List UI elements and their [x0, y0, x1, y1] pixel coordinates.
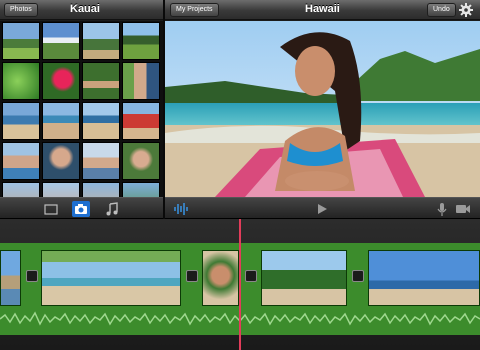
- photo-thumbnail[interactable]: [82, 102, 120, 140]
- photo-thumbnail[interactable]: [42, 102, 80, 140]
- playhead[interactable]: [239, 219, 241, 350]
- viewer-toolbar: [165, 197, 480, 219]
- photo-thumbnail[interactable]: [122, 62, 160, 100]
- video-clip[interactable]: [41, 250, 181, 306]
- transition-icon[interactable]: [186, 270, 198, 282]
- photo-thumbnail[interactable]: [2, 22, 40, 60]
- video-clip[interactable]: [368, 250, 480, 306]
- left-top-bar: Photos Kauai: [0, 0, 163, 20]
- video-viewer[interactable]: [165, 21, 480, 197]
- camera-icon[interactable]: [72, 201, 90, 217]
- photo-thumbnail[interactable]: [82, 182, 120, 197]
- undo-button[interactable]: Undo: [427, 3, 456, 17]
- photos-button[interactable]: Photos: [4, 3, 38, 17]
- transition-icon[interactable]: [245, 270, 257, 282]
- viewer-frame: [165, 21, 480, 197]
- my-projects-button[interactable]: My Projects: [170, 3, 219, 17]
- photo-thumbnail[interactable]: [42, 62, 80, 100]
- music-note-icon[interactable]: [103, 201, 121, 217]
- microphone-icon[interactable]: [433, 201, 451, 217]
- photo-thumbnail[interactable]: [42, 142, 80, 180]
- photo-thumbnail[interactable]: [122, 142, 160, 180]
- media-toolbar: [0, 197, 163, 219]
- photo-thumbnail[interactable]: [2, 62, 40, 100]
- audio-waveform-icon[interactable]: [172, 201, 190, 217]
- photo-thumbnail[interactable]: [82, 142, 120, 180]
- photo-thumbnail[interactable]: [122, 102, 160, 140]
- video-clip[interactable]: [261, 250, 347, 306]
- photo-thumbnail[interactable]: [42, 182, 80, 197]
- right-top-bar: My Projects Hawaii Undo: [165, 0, 480, 20]
- photo-thumbnail[interactable]: [2, 102, 40, 140]
- transition-icon[interactable]: [352, 270, 364, 282]
- photo-thumbnail[interactable]: [42, 22, 80, 60]
- transition-icon[interactable]: [26, 270, 38, 282]
- gear-icon[interactable]: [457, 2, 475, 18]
- photo-thumbnail[interactable]: [122, 22, 160, 60]
- project-timeline[interactable]: [0, 219, 480, 350]
- photo-thumbnail[interactable]: [2, 182, 40, 197]
- photo-thumbnail[interactable]: [82, 22, 120, 60]
- filmstrip-icon[interactable]: [42, 201, 60, 217]
- album-title: Kauai: [70, 3, 100, 15]
- video-camera-icon[interactable]: [454, 201, 472, 217]
- video-clip[interactable]: [202, 250, 239, 306]
- project-title: Hawaii: [305, 3, 340, 15]
- photo-thumbnail[interactable]: [82, 62, 120, 100]
- photo-grid: [0, 21, 163, 197]
- photo-thumbnail[interactable]: [2, 142, 40, 180]
- play-icon[interactable]: [313, 201, 331, 217]
- video-clip[interactable]: [0, 250, 21, 306]
- photo-thumbnail[interactable]: [122, 182, 160, 197]
